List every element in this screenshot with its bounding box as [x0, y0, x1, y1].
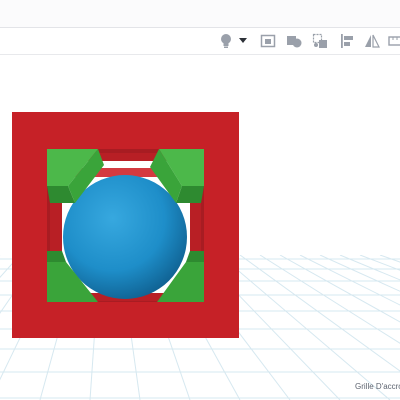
ruler-button[interactable]: [386, 31, 400, 51]
app-window: Grille D'accroch: [0, 0, 400, 400]
shape-button[interactable]: [284, 31, 304, 51]
group-button[interactable]: [310, 31, 330, 51]
mirror-button[interactable]: [362, 31, 382, 51]
light-bulb-icon: [221, 34, 231, 48]
view-box-button[interactable]: [258, 31, 278, 51]
mirror-icon: [365, 34, 380, 48]
workplane-viewport[interactable]: Grille D'accroch: [0, 55, 400, 400]
light-dropdown-button[interactable]: [237, 31, 249, 51]
scene-objects: [12, 112, 239, 338]
shape-icon: [287, 36, 302, 48]
light-bulb-button[interactable]: [216, 31, 236, 51]
grid-snap-label[interactable]: Grille D'accroch: [355, 382, 400, 391]
top-bar: [0, 0, 400, 28]
ruler-icon: [388, 36, 400, 46]
align-icon: [341, 34, 353, 48]
toolbar: [0, 28, 400, 55]
align-button[interactable]: [338, 31, 358, 51]
view-box-icon: [260, 34, 276, 48]
group-icon: [312, 33, 327, 48]
dropdown-arrow-icon: [239, 38, 247, 43]
